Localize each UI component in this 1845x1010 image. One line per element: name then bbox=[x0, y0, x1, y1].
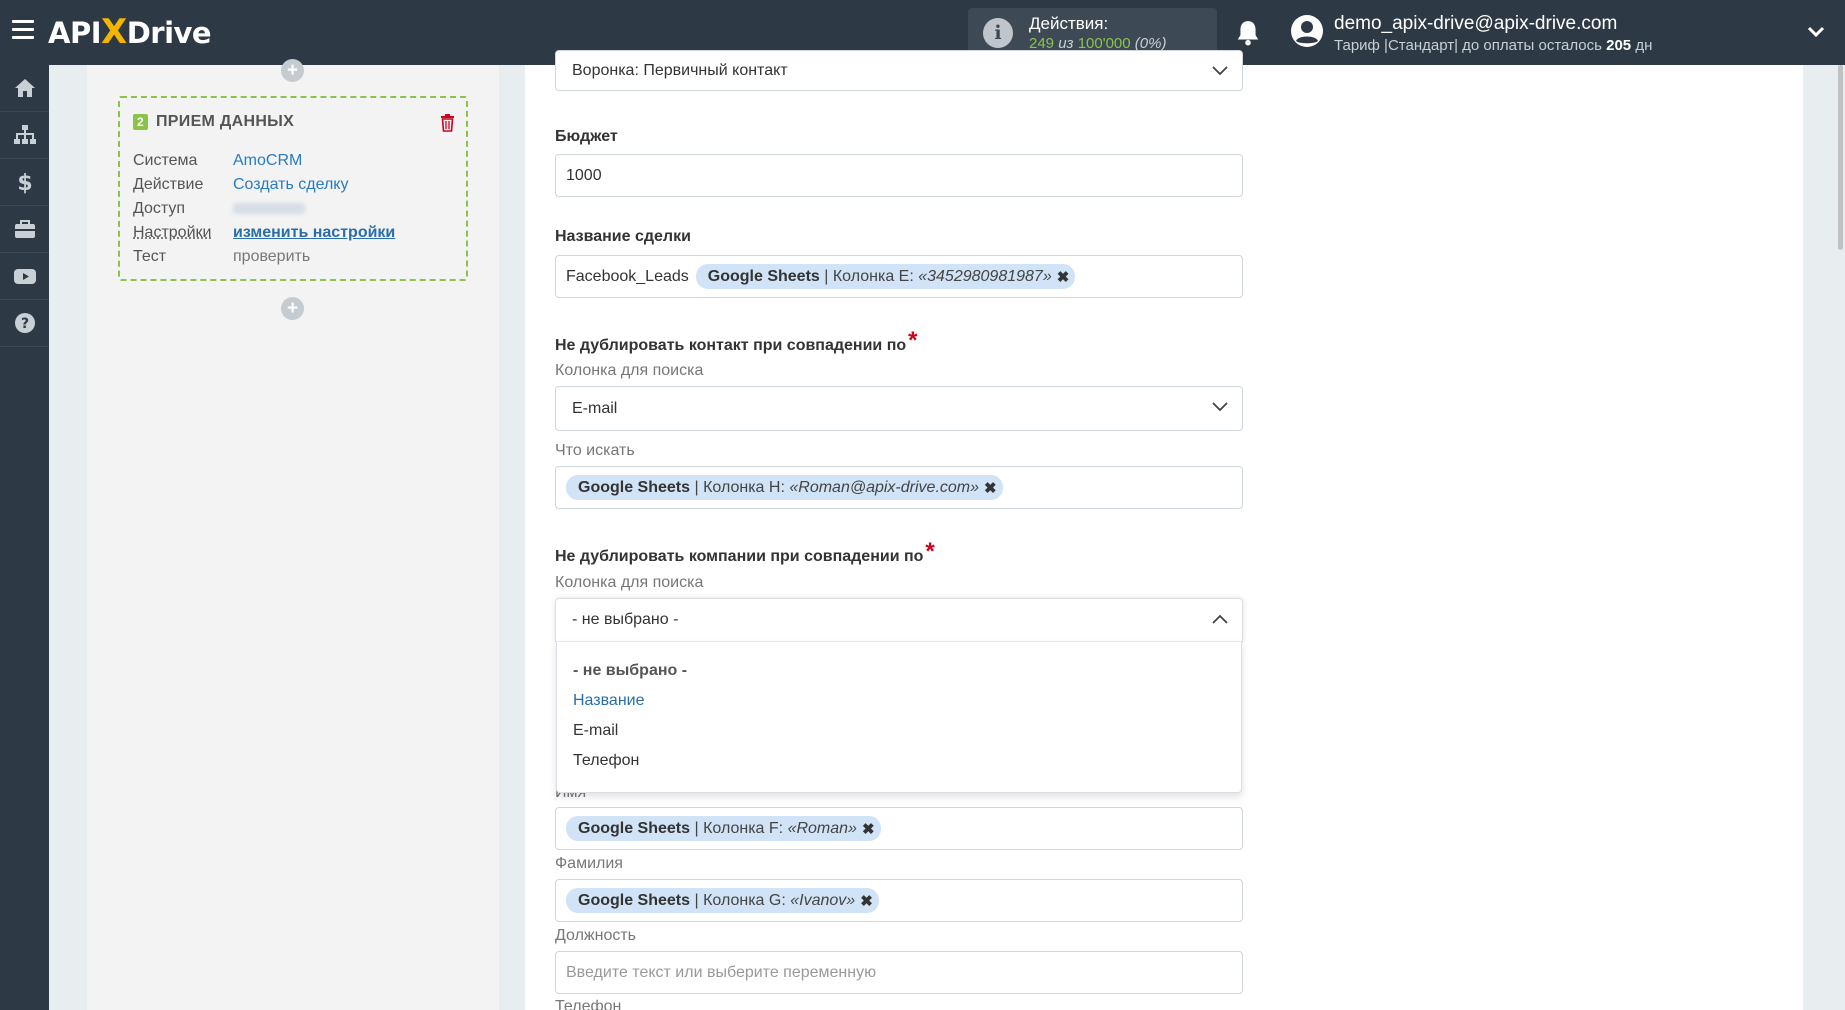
remove-tag-icon[interactable]: ✖ bbox=[984, 479, 997, 497]
home-icon bbox=[14, 79, 35, 97]
dropdown-option-name[interactable]: Название bbox=[573, 692, 645, 710]
deal-name-input[interactable]: Facebook_Leads Google Sheets | Колонка E… bbox=[555, 255, 1243, 298]
variable-tag[interactable]: Google Sheets | Колонка E: «345298098198… bbox=[695, 264, 1076, 289]
remove-tag-icon[interactable]: ✖ bbox=[862, 820, 875, 838]
dropdown-option-none[interactable]: - не выбрано - bbox=[573, 662, 687, 680]
sidebar-item-connections[interactable] bbox=[0, 112, 49, 159]
dropdown-option-email[interactable]: E-mail bbox=[573, 722, 618, 740]
surname-label: Фамилия bbox=[555, 855, 623, 872]
position-input[interactable]: Введите текст или выберите переменную bbox=[555, 951, 1243, 994]
remove-tag-icon[interactable]: ✖ bbox=[860, 892, 873, 910]
dropdown-option-phone[interactable]: Телефон bbox=[573, 752, 639, 770]
budget-input[interactable]: 1000 bbox=[555, 154, 1243, 197]
sidebar-item-tools[interactable] bbox=[0, 206, 49, 253]
settings-form bbox=[525, 65, 1803, 1010]
blurred-access-value bbox=[233, 203, 305, 215]
chevron-down-icon[interactable] bbox=[1807, 25, 1825, 39]
test-link[interactable]: проверить bbox=[233, 248, 310, 265]
svg-text:?: ? bbox=[20, 316, 28, 332]
what-search-label: Что искать bbox=[555, 442, 635, 459]
user-email[interactable]: demo_apix-drive@apix-drive.com bbox=[1334, 13, 1617, 35]
step-card-receive-data[interactable]: 2 ПРИЕМ ДАННЫХ Система AmoCRM Действие Соз… bbox=[118, 96, 468, 281]
help-icon: ? bbox=[14, 313, 35, 333]
step-title: 2 ПРИЕМ ДАННЫХ bbox=[133, 113, 294, 131]
sidebar-item-home[interactable] bbox=[0, 65, 49, 112]
chevron-down-icon bbox=[1212, 66, 1228, 76]
add-step-button[interactable]: + bbox=[281, 59, 304, 82]
phone-label: Телефон bbox=[555, 998, 622, 1010]
dollar-icon: $ bbox=[17, 171, 32, 194]
budget-label: Бюджет bbox=[555, 128, 618, 145]
dup-contact-value-input[interactable]: Google Sheets | Колонка H: «Roman@apix-d… bbox=[555, 466, 1243, 509]
variable-tag[interactable]: Google Sheets | Колонка H: «Roman@apix-d… bbox=[566, 475, 1003, 500]
dup-company-search-label: Колонка для поиска bbox=[555, 574, 704, 591]
bell-icon[interactable] bbox=[1235, 19, 1261, 47]
user-avatar-icon[interactable] bbox=[1290, 14, 1324, 48]
sidebar-item-video[interactable] bbox=[0, 253, 49, 300]
remove-tag-icon[interactable]: ✖ bbox=[1057, 268, 1070, 286]
search-column-label: Колонка для поиска bbox=[555, 362, 704, 379]
sitemap-icon bbox=[13, 125, 36, 144]
card-row-system: Система AmoCRM bbox=[133, 152, 303, 169]
change-settings-link[interactable]: изменить настройки bbox=[233, 224, 395, 241]
scrollbar[interactable] bbox=[1838, 65, 1843, 250]
hamburger-menu-icon[interactable] bbox=[12, 20, 34, 42]
briefcase-icon bbox=[14, 220, 35, 238]
flow-panel: + 2 ПРИЕМ ДАННЫХ Система AmoCRM Действие С… bbox=[87, 59, 499, 1010]
add-step-button[interactable]: + bbox=[281, 297, 304, 320]
dup-company-column-select[interactable]: - не выбрано - bbox=[555, 598, 1243, 642]
card-row-access: Доступ bbox=[133, 200, 305, 218]
card-row-test: Тест проверить bbox=[133, 248, 311, 265]
dup-contact-label: Не дублировать контакт при совпадении по… bbox=[555, 327, 918, 354]
trash-icon[interactable] bbox=[440, 114, 455, 132]
step-number-badge: 2 bbox=[133, 114, 148, 130]
info-icon: i bbox=[983, 18, 1013, 48]
dup-company-dropdown: - не выбрано - Название E-mail Телефон bbox=[556, 641, 1242, 793]
deal-name-label: Название сделки bbox=[555, 228, 691, 245]
surname-input[interactable]: Google Sheets | Колонка G: «Ivanov» ✖ bbox=[555, 879, 1243, 922]
dup-company-label: Не дублировать компании при совпадении п… bbox=[555, 538, 935, 565]
variable-tag[interactable]: Google Sheets | Колонка F: «Roman» ✖ bbox=[566, 816, 881, 841]
variable-tag[interactable]: Google Sheets | Колонка G: «Ivanov» ✖ bbox=[566, 888, 879, 913]
chevron-down-icon bbox=[1212, 402, 1228, 412]
left-sidebar: $ ? bbox=[0, 65, 49, 1010]
plan-info: Тариф |Стандарт| до оплаты осталось 205 … bbox=[1334, 37, 1653, 54]
apixdrive-logo[interactable]: APIXDrive bbox=[48, 14, 212, 51]
name-input[interactable]: Google Sheets | Колонка F: «Roman» ✖ bbox=[555, 807, 1243, 850]
funnel-select[interactable]: Воронка: Первичный контакт bbox=[555, 50, 1243, 91]
svg-text:$: $ bbox=[17, 171, 32, 194]
dup-contact-column-select[interactable]: E-mail bbox=[555, 386, 1243, 431]
card-row-action: Действие Создать сделку bbox=[133, 176, 349, 193]
sidebar-item-help[interactable]: ? bbox=[0, 300, 49, 347]
actions-label: Действия: bbox=[1029, 14, 1109, 33]
position-label: Должность bbox=[555, 927, 636, 944]
chevron-up-icon bbox=[1212, 614, 1228, 624]
sidebar-item-billing[interactable]: $ bbox=[0, 159, 49, 206]
card-row-settings: Настройки изменить настройки bbox=[133, 224, 396, 241]
youtube-icon bbox=[13, 269, 36, 284]
